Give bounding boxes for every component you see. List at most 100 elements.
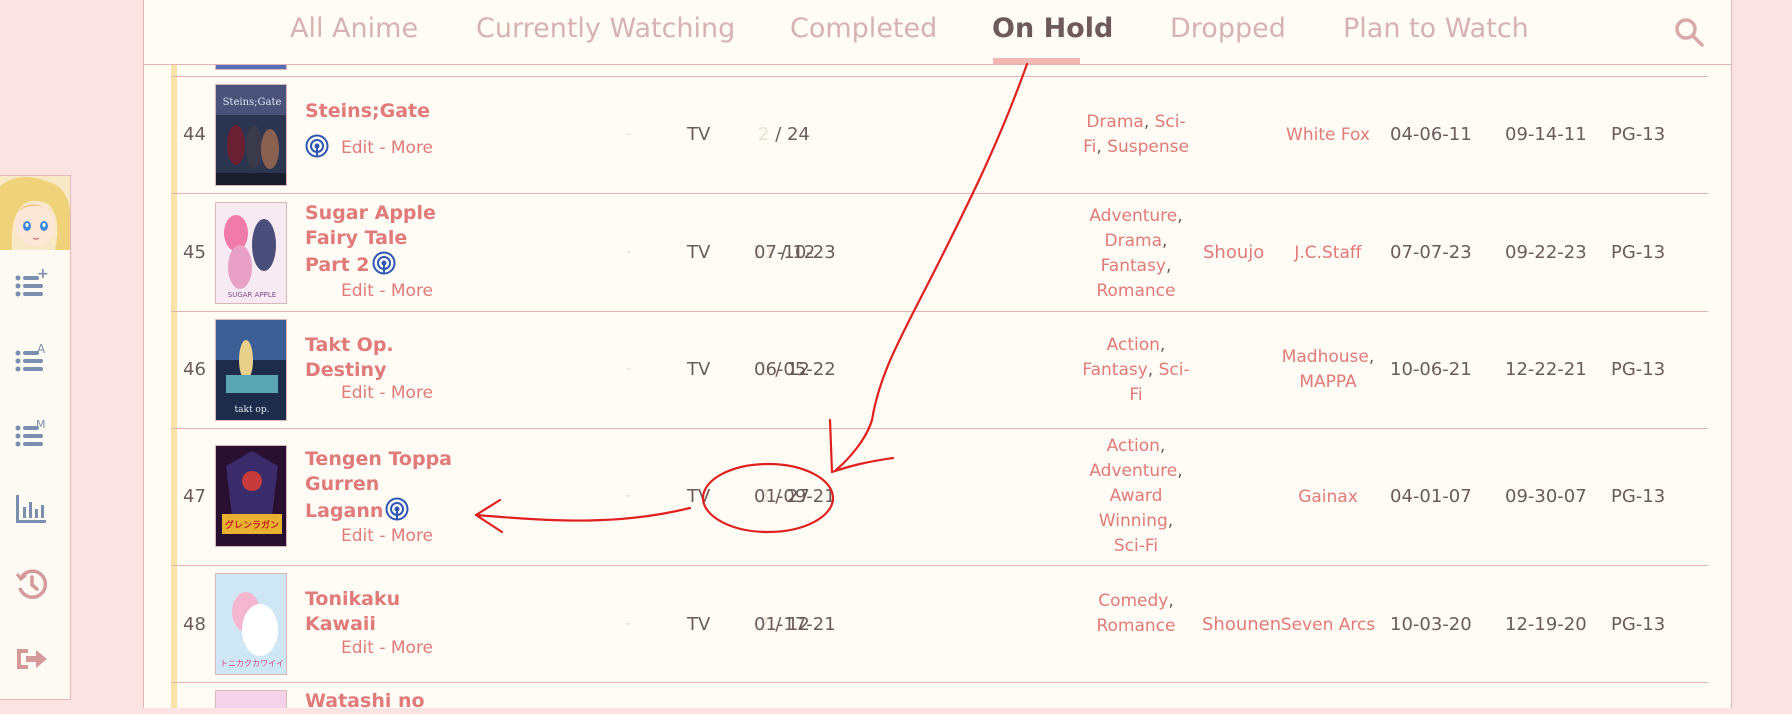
sidebar: + A M	[0, 175, 71, 700]
genre-link[interactable]: Romance	[1096, 616, 1175, 636]
tab-currently-watching[interactable]: Currently Watching	[476, 13, 735, 44]
rating: PG-13	[1611, 614, 1666, 635]
separator: -	[379, 138, 386, 158]
more-link[interactable]: More	[391, 383, 433, 403]
anime-title-link[interactable]: Tengen Toppa Gurren Lagann	[305, 448, 452, 522]
tab-all-anime[interactable]: All Anime	[290, 13, 418, 44]
genre-link[interactable]: Fantasy	[1101, 256, 1166, 276]
edit-more-links: Edit - More	[341, 526, 433, 546]
svg-text:M: M	[36, 418, 46, 431]
score[interactable]: -	[626, 488, 631, 504]
more-link[interactable]: More	[391, 526, 433, 546]
anime-cover[interactable]: トニカクカワイイ	[215, 573, 287, 675]
studio-link[interactable]: Madhouse	[1282, 347, 1369, 367]
svg-text:トニカクカワイイ: トニカクカワイイ	[220, 659, 284, 668]
row-number: 46	[183, 359, 206, 380]
anime-title-block: Tengen Toppa Gurren Lagann	[305, 447, 455, 524]
genre-link[interactable]: Drama	[1086, 112, 1143, 132]
start-date[interactable]: 01-09-21	[754, 486, 836, 507]
edit-link[interactable]: Edit	[341, 383, 374, 403]
score[interactable]: -	[626, 244, 631, 260]
rating: PG-13	[1611, 359, 1666, 380]
genre-link[interactable]: Fantasy	[1082, 360, 1147, 380]
genre-link[interactable]: Action	[1107, 436, 1160, 456]
genre-link[interactable]: Adventure	[1089, 206, 1177, 226]
studios: Madhouse, MAPPA	[1281, 347, 1375, 392]
active-tab-underline	[993, 58, 1080, 64]
svg-text:A: A	[37, 342, 46, 356]
edit-more-links: Edit - More	[341, 638, 433, 658]
search-icon[interactable]	[1673, 16, 1705, 48]
score[interactable]: -	[626, 361, 631, 377]
history-icon[interactable]	[14, 566, 50, 602]
list-alpha-icon[interactable]: A	[14, 341, 50, 377]
avatar[interactable]	[0, 176, 70, 250]
anime-title-link[interactable]: Tonikaku Kawaii	[305, 588, 400, 635]
start-date[interactable]: 07-10-23	[754, 242, 836, 263]
anime-title-link[interactable]: Watashi no	[305, 690, 425, 712]
genres: Action, Fantasy, Sci-Fi	[1082, 335, 1190, 405]
studios: Gainax	[1268, 485, 1388, 510]
edit-link[interactable]: Edit	[341, 638, 374, 658]
genre-link[interactable]: Adventure	[1089, 461, 1177, 481]
studio-link[interactable]: Gainax	[1298, 487, 1358, 507]
watched-count[interactable]: 2	[758, 124, 769, 145]
more-link[interactable]: More	[391, 138, 433, 158]
genre-link[interactable]: Action	[1107, 335, 1160, 355]
tab-dropped[interactable]: Dropped	[1170, 13, 1286, 44]
progress[interactable]: 2 / 24	[758, 124, 810, 145]
anime-list-panel: 44 Steins;Gate Steins;Gate Edit - More -…	[143, 0, 1732, 712]
score[interactable]: -	[626, 126, 631, 142]
row-number: 44	[183, 124, 206, 145]
anime-title-link[interactable]: Takt Op. Destiny	[305, 334, 394, 381]
table-row	[171, 64, 1708, 77]
tab-on-hold[interactable]: On Hold	[992, 13, 1113, 44]
start-date[interactable]: 01-17-21	[754, 614, 836, 635]
table-row: 46 takt op. Takt Op. Destiny Edit - More…	[171, 312, 1708, 429]
more-link[interactable]: More	[391, 281, 433, 301]
genre-link[interactable]: Romance	[1096, 281, 1175, 301]
edit-link[interactable]: Edit	[341, 526, 374, 546]
score[interactable]: -	[626, 616, 631, 632]
genre-link[interactable]: Comedy	[1098, 591, 1168, 611]
anime-cover[interactable]: takt op.	[215, 319, 287, 421]
demographic[interactable]: Shoujo	[1203, 242, 1264, 263]
more-link[interactable]: More	[391, 638, 433, 658]
table-row: 45 SUGAR APPLE Sugar Apple Fairy Tale Pa…	[171, 194, 1708, 312]
studio-link[interactable]: MAPPA	[1299, 372, 1356, 392]
tab-completed[interactable]: Completed	[790, 13, 937, 44]
anime-cover[interactable]: グレンラガン	[215, 445, 287, 547]
start-date[interactable]: 06-05-22	[754, 359, 836, 380]
edit-link[interactable]: Edit	[341, 138, 374, 158]
studio-link[interactable]: White Fox	[1286, 125, 1370, 145]
edit-link[interactable]: Edit	[341, 281, 374, 301]
anime-cover[interactable]: SUGAR APPLE	[215, 202, 287, 304]
anime-cover[interactable]: Steins;Gate	[215, 84, 287, 186]
list-manga-icon[interactable]: M	[14, 416, 50, 452]
stats-icon[interactable]	[14, 491, 50, 527]
anime-cover[interactable]	[215, 690, 287, 708]
row-number: 48	[183, 614, 206, 635]
genre-link[interactable]: Sci-Fi	[1114, 536, 1158, 556]
airing-broadcast-icon[interactable]	[305, 134, 329, 158]
aired-end: 12-22-21	[1505, 359, 1587, 380]
studio-link[interactable]: Seven Arcs	[1281, 615, 1375, 635]
type: TV	[687, 359, 711, 380]
aired-start: 04-06-11	[1390, 124, 1472, 145]
anime-title-link[interactable]: Sugar Apple Fairy Tale Part 2	[305, 202, 436, 276]
studio-link[interactable]: J.C.Staff	[1294, 243, 1361, 263]
logout-icon[interactable]	[14, 641, 50, 677]
airing-broadcast-icon[interactable]	[385, 497, 409, 521]
tab-plan-to-watch[interactable]: Plan to Watch	[1343, 13, 1529, 44]
status-tabs: All Anime Currently Watching Completed O…	[144, 0, 1731, 65]
rating: PG-13	[1611, 124, 1666, 145]
genre-link[interactable]: Award Winning	[1099, 486, 1168, 531]
add-list-icon[interactable]: +	[14, 266, 50, 302]
svg-text:SUGAR APPLE: SUGAR APPLE	[228, 291, 276, 299]
aired-end: 09-14-11	[1505, 124, 1587, 145]
anime-title-link[interactable]: Steins;Gate	[305, 100, 430, 122]
row-number: 45	[183, 242, 206, 263]
airing-broadcast-icon[interactable]	[372, 251, 396, 275]
genre-link[interactable]: Drama	[1105, 231, 1162, 251]
genre-link[interactable]: Suspense	[1107, 137, 1189, 157]
